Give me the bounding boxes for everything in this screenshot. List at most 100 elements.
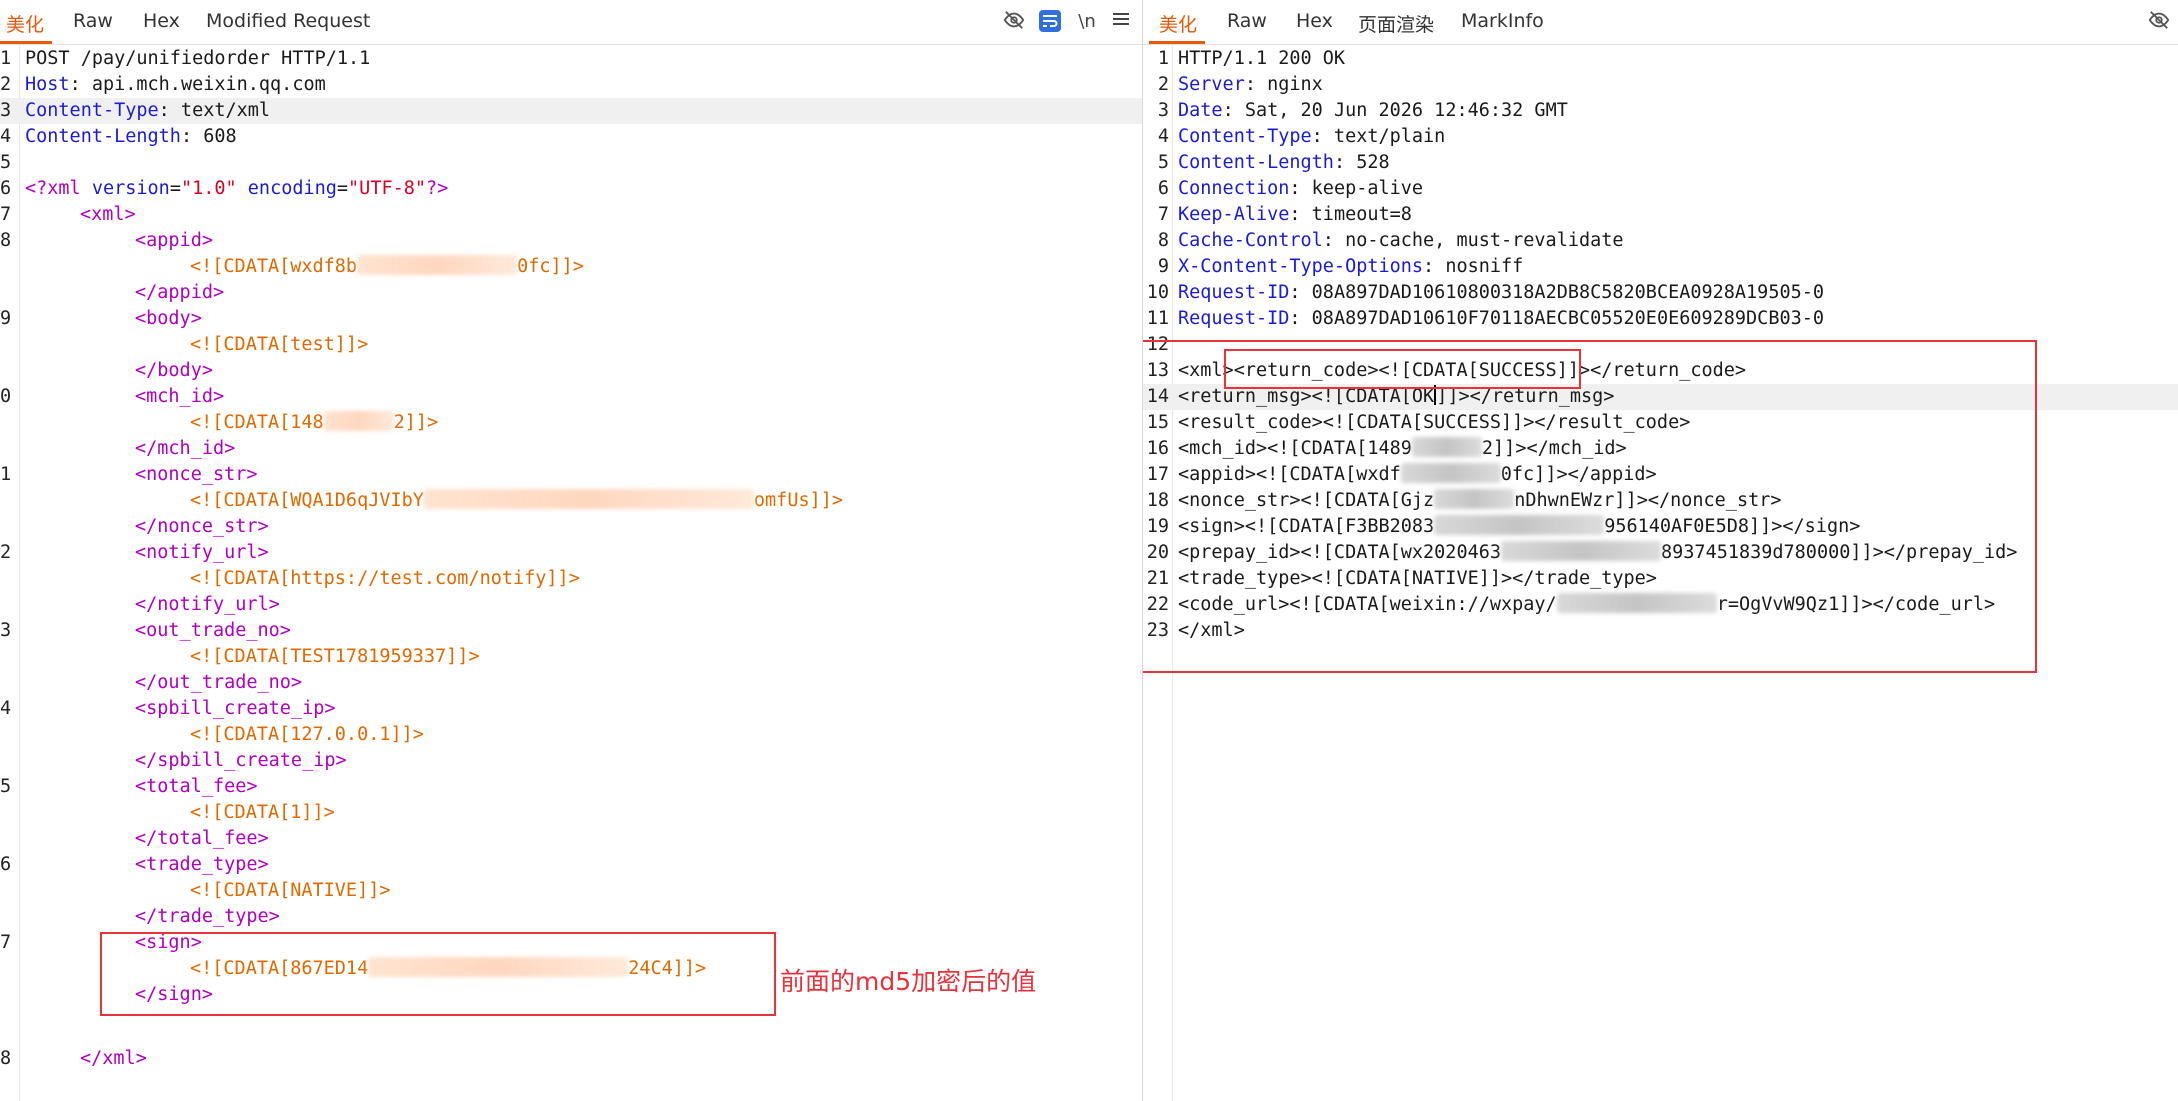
tab-pretty[interactable]: 美化 [6, 10, 44, 37]
cdata-value: <![CDATA[https://test.com/notify]]> [190, 566, 580, 592]
xml-open-tag: <appid> [135, 230, 213, 251]
line-number: 5 [1157, 152, 1169, 173]
line-number: 4 [0, 698, 12, 719]
header-value: no-cache, must-revalidate [1333, 230, 1624, 251]
redacted-value [1501, 541, 1662, 561]
tab-modified-request[interactable]: Modified Request [206, 10, 370, 32]
code-line: 8 <appid> [0, 228, 1142, 254]
request-pane: 美化 Raw Hex Modified Request \n 1 POST /pa… [0, 0, 1142, 1101]
response-header: Cache-Control: no-cache, must-revalidate [1178, 230, 1624, 251]
cdata-value: <![CDATA[127.0.0.1]]> [190, 722, 424, 748]
request-editor[interactable]: 1 POST /pay/unifiedorder HTTP/1.1 2 Host: … [0, 46, 1142, 1101]
redacted-value [1400, 463, 1501, 483]
xml-decl-close: ?> [426, 178, 449, 199]
tab-hex[interactable]: Hex [143, 10, 180, 32]
cdata-start: <![CDATA[TEST1781959337]]> [190, 646, 480, 667]
tab-markinfo[interactable]: MarkInfo [1461, 10, 1544, 32]
header-key: Request-ID [1178, 308, 1290, 329]
xml-close-tag: </trade_type> [135, 906, 280, 927]
line-number: 8 [0, 1048, 12, 1069]
line-number: 8 [1157, 230, 1169, 251]
code-line: 16 <mch_id><![CDATA[1489 2]]></mch_id> [1143, 436, 2178, 462]
response-xml-line: </xml> [1178, 618, 1245, 644]
line-number: 18 [1146, 490, 1169, 511]
code-line: 7 <xml> [0, 202, 1142, 228]
line-number: 14 [1146, 386, 1169, 407]
code-line: 5 <total_fee> [0, 774, 1142, 800]
response-header: Connection: keep-alive [1178, 178, 1424, 199]
code-line: </mch_id> [0, 436, 1142, 462]
line-number: 3 [0, 620, 12, 641]
code-line: <![CDATA[1]]> [0, 800, 1142, 826]
response-xml-line: <trade_type><![CDATA[NATIVE]]></trade_ty… [1178, 566, 1657, 592]
xml-text-end: ]]></return_msg> [1436, 386, 1615, 407]
xml-open-tag: <trade_type> [135, 854, 269, 875]
xml-root-open: <xml> [80, 204, 136, 225]
line-number: 20 [1146, 542, 1169, 563]
code-line: </spbill_create_ip> [0, 748, 1142, 774]
code-line: 9 X-Content-Type-Options: nosniff [1143, 254, 2178, 280]
newline-toggle-icon[interactable]: \n [1074, 9, 1100, 35]
xml-attr-value: "1.0" [180, 178, 237, 199]
code-line: 10 Request-ID: 08A897DAD10610800318A2DB8C… [1143, 280, 2178, 306]
xml-open-tag: <total_fee> [135, 776, 258, 797]
line-number: 16 [1146, 438, 1169, 459]
code-line: 18 <nonce_str><![CDATA[Gjz nDhwnEWzr]]></n… [1143, 488, 2178, 514]
line-number: 6 [1157, 178, 1169, 199]
code-line: 7 Keep-Alive: timeout=8 [1143, 202, 2178, 228]
wrap-lines-icon[interactable] [1037, 9, 1063, 35]
xml-open-tag: <nonce_str> [135, 464, 258, 485]
line-number: 15 [1146, 412, 1169, 433]
line-number: 12 [1146, 334, 1169, 355]
eye-off-icon[interactable] [1001, 9, 1027, 35]
line-number: 7 [0, 932, 12, 953]
code-line: 4 <spbill_create_ip> [0, 696, 1142, 722]
line-number: 6 [0, 854, 12, 875]
code-line: 21 <trade_type><![CDATA[NATIVE]]></trade_… [1143, 566, 2178, 592]
xml-text-start: <code_url><![CDATA[weixin://wxpay/ [1178, 594, 1557, 615]
tab-hex[interactable]: Hex [1296, 10, 1333, 32]
code-line: 12 [1143, 332, 2178, 358]
code-line: 2 <notify_url> [0, 540, 1142, 566]
response-editor[interactable]: 1 HTTP/1.1 200 OK 2 Server: nginx 3 Date: Sat… [1143, 46, 2178, 1101]
response-xml-line: <xml><return_code><![CDATA[SUCCESS]]></r… [1178, 358, 1746, 384]
cdata-value: <![CDATA[867ED14 24C4]]> [190, 956, 706, 982]
tab-pretty[interactable]: 美化 [1159, 10, 1197, 37]
header-key: Content-Length [25, 126, 181, 147]
code-line: 13 <xml><return_code><![CDATA[SUCCESS]]><… [1143, 358, 2178, 384]
tab-raw[interactable]: Raw [73, 10, 113, 32]
redacted-value [357, 255, 518, 275]
xml-text-start: </xml> [1178, 620, 1245, 641]
eye-off-icon[interactable] [2146, 9, 2172, 35]
response-tabbar: 美化 Raw Hex 页面渲染 MarkInfo [1143, 0, 2178, 45]
menu-icon[interactable] [1108, 9, 1134, 35]
tab-raw[interactable]: Raw [1227, 10, 1267, 32]
cdata-start: <![CDATA[148 [190, 412, 324, 433]
tab-page-render[interactable]: 页面渲染 [1358, 10, 1434, 37]
xml-close-tag: </nonce_str> [135, 516, 269, 537]
code-line: </trade_type> [0, 904, 1142, 930]
xml-close-tag: </out_trade_no> [135, 672, 303, 693]
cdata-start: <![CDATA[wxdf8b [190, 256, 358, 277]
response-xml-line: <result_code><![CDATA[SUCCESS]]></result… [1178, 410, 1690, 436]
response-xml-line: <sign><![CDATA[F3BB2083 956140AF0E5D8]]><… [1178, 514, 1860, 540]
cdata-value: <![CDATA[NATIVE]]> [190, 878, 390, 904]
code-line: 6 <trade_type> [0, 852, 1142, 878]
xml-text-start: <nonce_str><![CDATA[Gjz [1178, 490, 1435, 511]
code-line: <![CDATA[test]]> [0, 332, 1142, 358]
xml-attr-value: "UTF-8" [348, 178, 427, 199]
code-line: 8 </xml> [0, 1046, 1142, 1072]
line-number: 7 [0, 204, 12, 225]
line-number: 23 [1146, 620, 1169, 641]
cdata-start: <![CDATA[867ED14 [190, 958, 369, 979]
xml-attr-name: version [91, 178, 170, 199]
redacted-value [323, 411, 394, 431]
code-line: 23 </xml> [1143, 618, 2178, 644]
redacted-value [1434, 489, 1515, 509]
redacted-value [1556, 593, 1717, 613]
line-number: 21 [1146, 568, 1169, 589]
cdata-value: <![CDATA[TEST1781959337]]> [190, 644, 480, 670]
response-xml-line: <return_msg><![CDATA[OK]]></return_msg> [1178, 384, 1614, 410]
xml-open-tag: <mch_id> [135, 386, 225, 407]
code-line: 19 <sign><![CDATA[F3BB2083 956140AF0E5D8]]… [1143, 514, 2178, 540]
